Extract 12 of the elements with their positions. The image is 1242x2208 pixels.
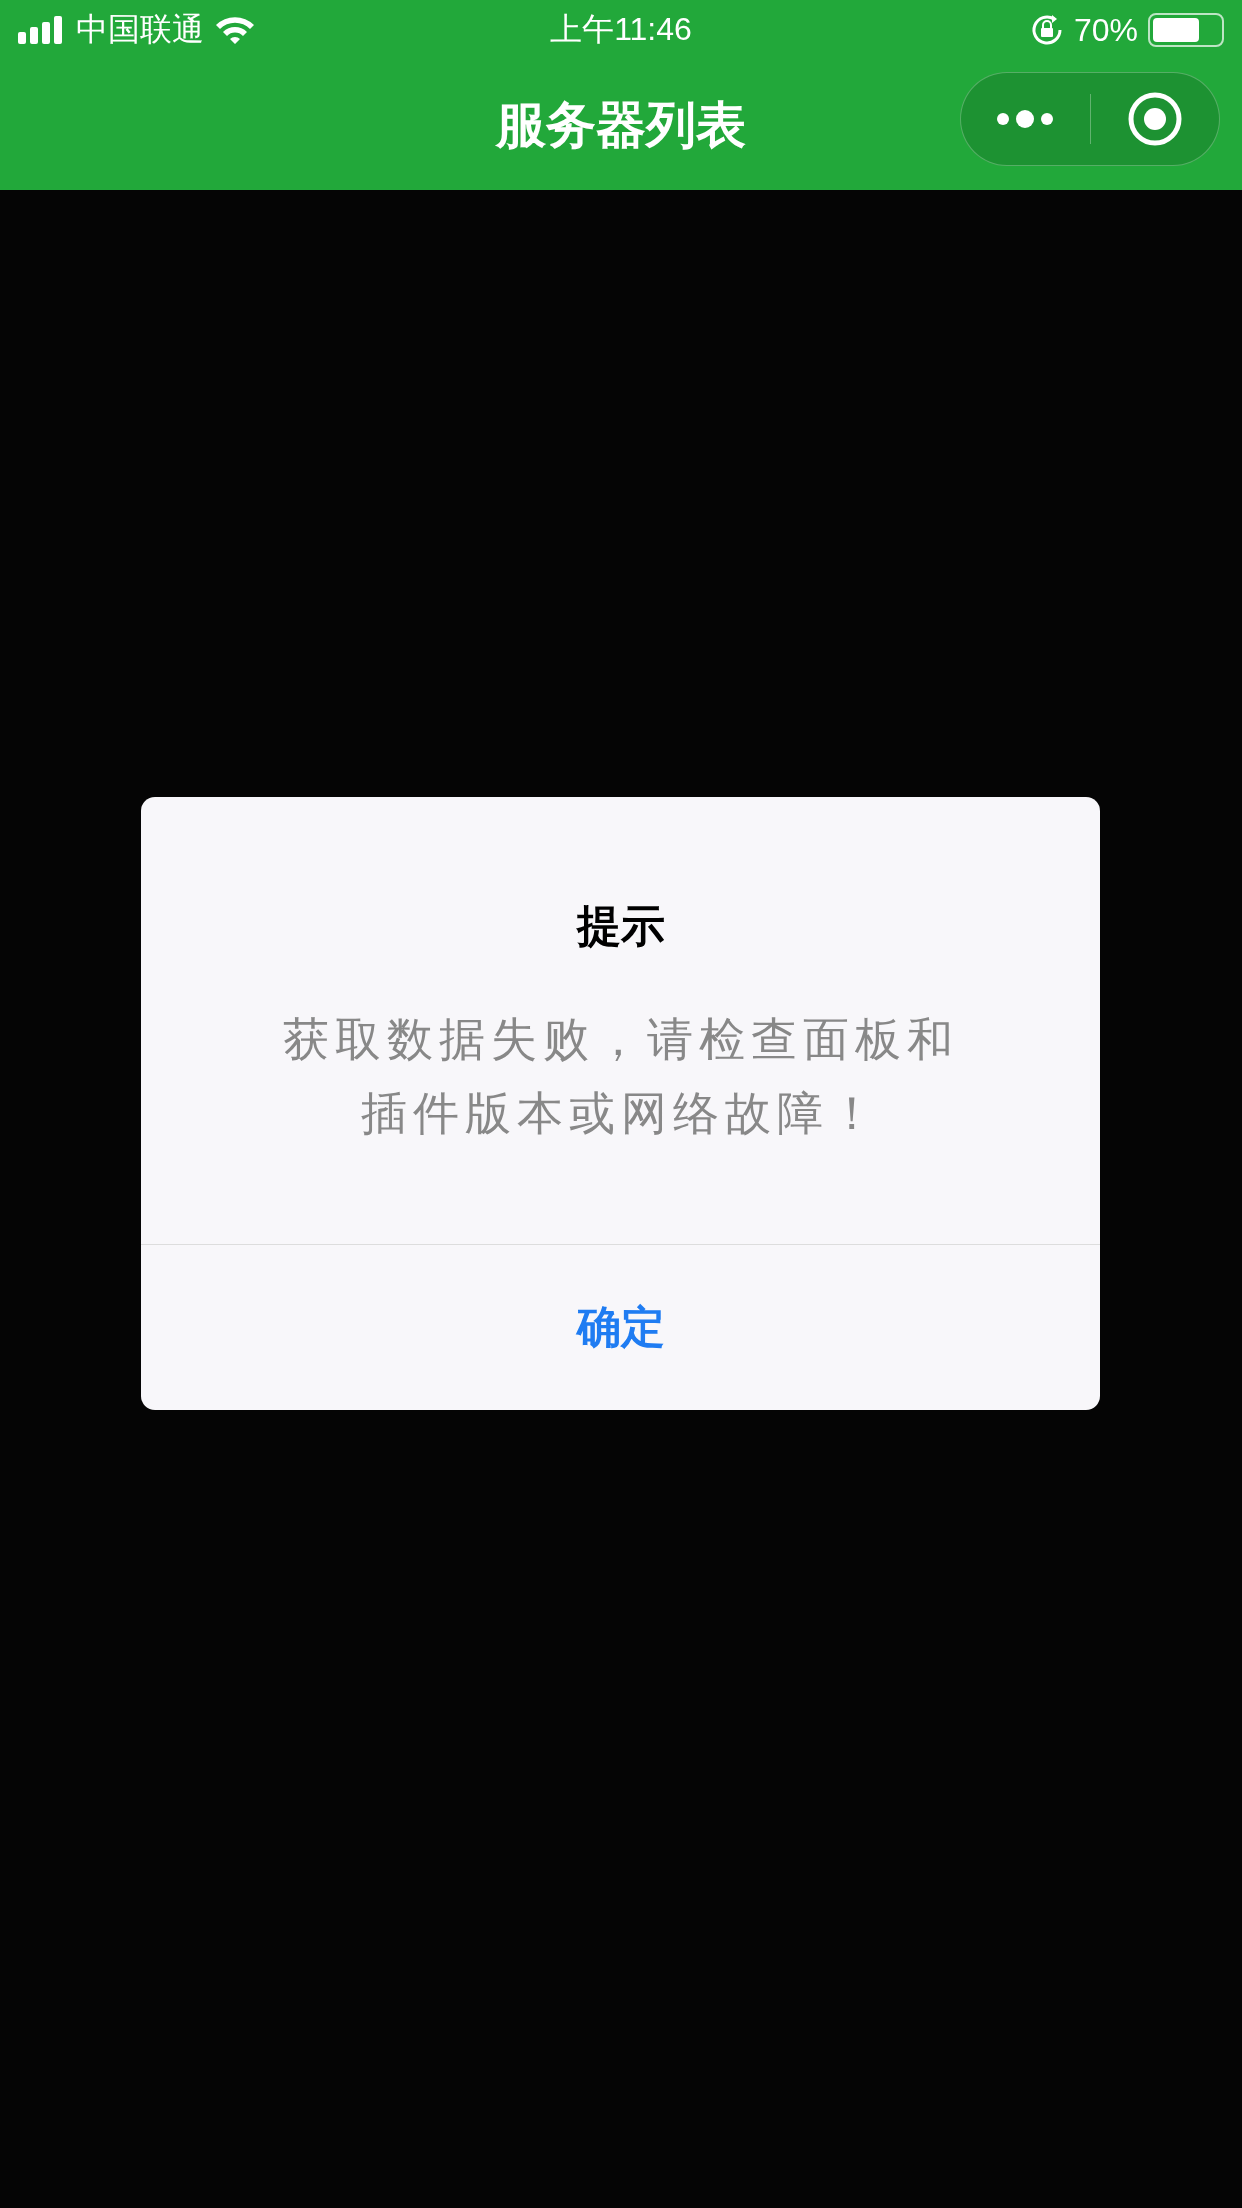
status-time: 上午11:46: [550, 11, 692, 47]
page-title: 服务器列表: [496, 95, 746, 155]
close-icon[interactable]: [1126, 91, 1183, 147]
more-icon[interactable]: [995, 109, 1056, 129]
wifi-icon: [214, 14, 256, 46]
battery-icon: [1148, 13, 1224, 47]
battery-percent: 70%: [1073, 11, 1138, 49]
confirm-button[interactable]: 确定: [141, 1244, 1100, 1410]
carrier-name: 中国联通: [76, 10, 204, 49]
dialog-message: 获取数据失败，请检查面板和插件版本或网络故障！: [281, 1012, 960, 1141]
rotation-lock-icon: [1029, 13, 1064, 47]
dialog-title: 提示: [575, 900, 666, 952]
